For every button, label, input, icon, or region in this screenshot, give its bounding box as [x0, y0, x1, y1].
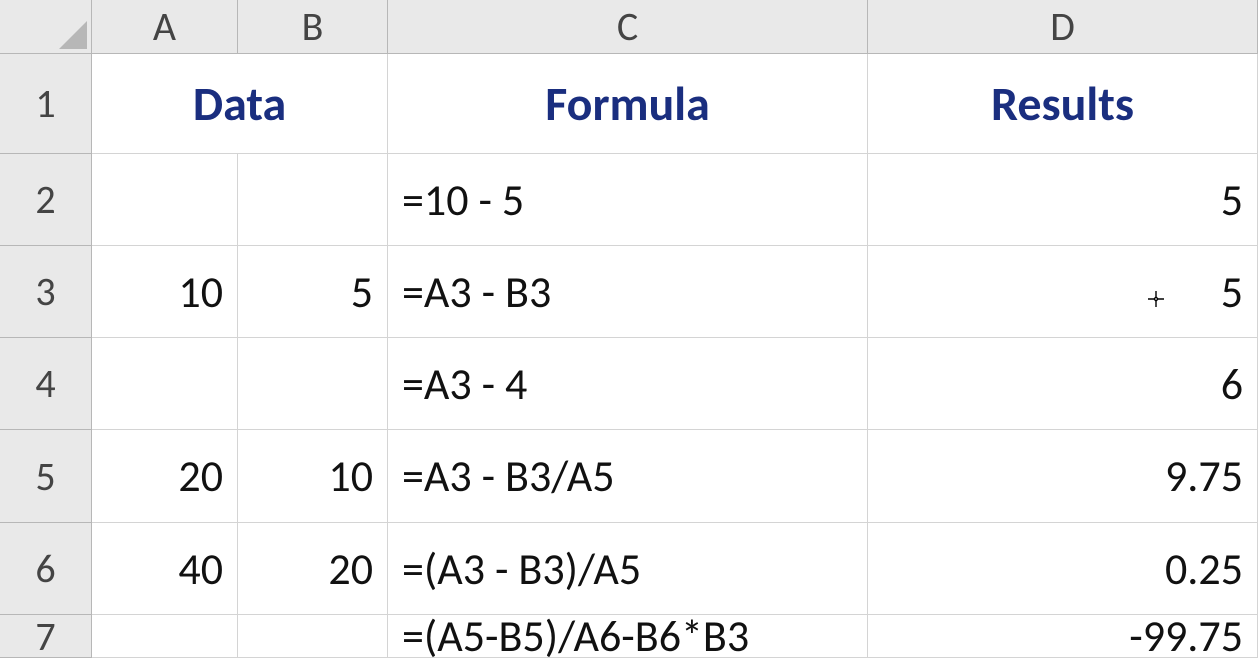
- cell-A7[interactable]: [92, 615, 238, 658]
- cell-D3[interactable]: 5: [868, 246, 1258, 338]
- cell-C2[interactable]: =10 - 5: [388, 154, 868, 246]
- cell-C5[interactable]: =A3 - B3/A5: [388, 430, 868, 523]
- cell-B4[interactable]: [238, 338, 388, 430]
- cell-D2[interactable]: 5: [868, 154, 1258, 246]
- excel-cursor-icon: [1148, 290, 1164, 312]
- header-formula[interactable]: Formula: [388, 54, 868, 154]
- cell-A3[interactable]: 10: [92, 246, 238, 338]
- cell-C4[interactable]: =A3 - 4: [388, 338, 868, 430]
- cell-B3[interactable]: 5: [238, 246, 388, 338]
- cell-D4[interactable]: 6: [868, 338, 1258, 430]
- cell-C6[interactable]: =(A3 - B3)/A5: [388, 523, 868, 615]
- column-header-A[interactable]: A: [92, 0, 238, 54]
- cell-A4[interactable]: [92, 338, 238, 430]
- header-results[interactable]: Results: [868, 54, 1258, 154]
- column-header-B[interactable]: B: [238, 0, 388, 54]
- cell-C7[interactable]: =(A5-B5)/A6-B6*B3: [388, 615, 868, 658]
- row-header-4[interactable]: 4: [0, 338, 92, 430]
- cell-D6[interactable]: 0.25: [868, 523, 1258, 615]
- cell-C3[interactable]: =A3 - B3: [388, 246, 868, 338]
- column-header-D[interactable]: D: [868, 0, 1258, 54]
- cell-B5[interactable]: 10: [238, 430, 388, 523]
- cell-B2[interactable]: [238, 154, 388, 246]
- cell-D7[interactable]: -99.75: [868, 615, 1258, 658]
- header-data[interactable]: Data: [92, 54, 388, 154]
- row-header-3[interactable]: 3: [0, 246, 92, 338]
- row-header-5[interactable]: 5: [0, 430, 92, 523]
- cell-B6[interactable]: 20: [238, 523, 388, 615]
- cell-A5[interactable]: 20: [92, 430, 238, 523]
- row-header-6[interactable]: 6: [0, 523, 92, 615]
- cell-B7[interactable]: [238, 615, 388, 658]
- spreadsheet-grid: A B C D 1 Data Formula Results 2 =10 - 5…: [0, 0, 1259, 658]
- row-header-7[interactable]: 7: [0, 615, 92, 658]
- select-all-corner[interactable]: [0, 0, 92, 54]
- row-header-1[interactable]: 1: [0, 54, 92, 154]
- row-header-2[interactable]: 2: [0, 154, 92, 246]
- column-header-C[interactable]: C: [388, 0, 868, 54]
- cell-D5[interactable]: 9.75: [868, 430, 1258, 523]
- cell-A6[interactable]: 40: [92, 523, 238, 615]
- cell-A2[interactable]: [92, 154, 238, 246]
- select-all-triangle-icon: [59, 21, 87, 49]
